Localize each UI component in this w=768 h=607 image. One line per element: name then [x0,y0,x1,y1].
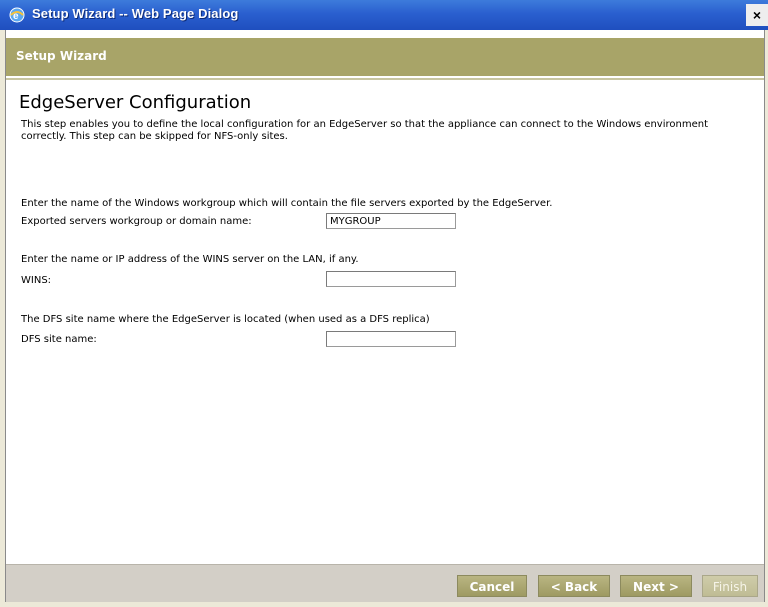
window-bottom-border [0,602,768,607]
workgroup-input[interactable] [326,213,456,229]
dfs-site-input[interactable] [326,331,456,347]
page-title: EdgeServer Configuration [19,92,252,113]
ie-globe-icon: e [8,6,26,24]
wins-input[interactable] [326,271,456,287]
wizard-header-title: Setup Wizard [16,49,107,63]
wizard-header: Setup Wizard [6,38,764,76]
finish-button[interactable]: Finish [702,575,758,597]
wizard-content: EdgeServer Configuration This step enabl… [6,82,764,564]
dfs-label: DFS site name: [21,334,97,345]
page-description: This step enables you to define the loca… [21,119,708,142]
wizard-footer: Cancel < Back Next > Finish [6,564,764,603]
cancel-button[interactable]: Cancel [457,575,527,597]
back-button[interactable]: < Back [538,575,610,597]
workgroup-intro-text: Enter the name of the Windows workgroup … [21,198,553,209]
close-button[interactable]: × [746,4,768,26]
dialog-frame: Setup Wizard EdgeServer Configuration Th… [5,30,765,603]
window-title: Setup Wizard -- Web Page Dialog [32,6,239,21]
dfs-intro-text: The DFS site name where the EdgeServer i… [21,314,430,325]
window-titlebar: e Setup Wizard -- Web Page Dialog × [0,0,768,30]
next-button[interactable]: Next > [620,575,692,597]
wins-intro-text: Enter the name or IP address of the WINS… [21,254,359,265]
header-divider [6,78,764,80]
svg-text:e: e [13,11,19,22]
workgroup-label: Exported servers workgroup or domain nam… [21,216,252,227]
wins-label: WINS: [21,275,52,286]
